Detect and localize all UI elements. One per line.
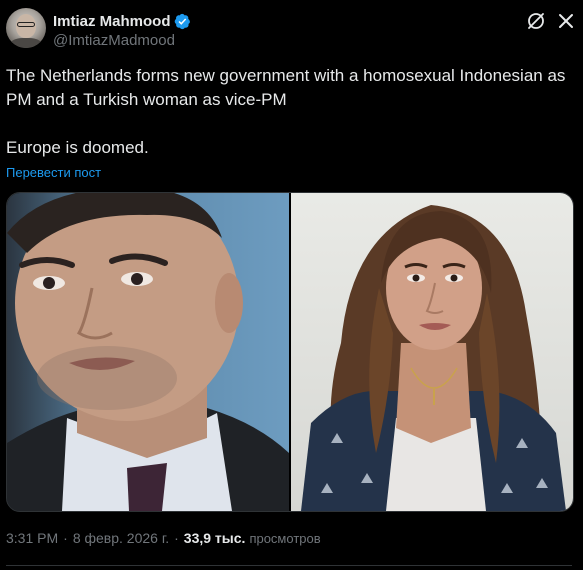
close-icon[interactable] <box>555 10 577 32</box>
author-display-name[interactable]: Imtiaz Mahmood <box>53 13 171 30</box>
avatar[interactable] <box>6 8 46 48</box>
grok-icon[interactable] <box>525 10 547 32</box>
views-label: просмотров <box>249 531 321 546</box>
photo-man-portrait[interactable] <box>7 193 289 511</box>
views-count: 33,9 тыс. <box>183 530 246 546</box>
tweet-text: The Netherlands forms new government wit… <box>6 66 566 157</box>
translate-post-link[interactable]: Перевести пост <box>6 165 101 180</box>
tweet-meta: 3:31 PM · 8 февр. 2026 г. · 33,9 тыс. пр… <box>6 530 321 546</box>
meta-separator: · <box>63 530 68 546</box>
verified-badge-icon <box>174 13 191 30</box>
media-grid <box>6 192 574 512</box>
tweet-card: Imtiaz Mahmood @ImtiazMadmood The Nether… <box>0 0 583 570</box>
avatar-glasses <box>17 22 35 27</box>
author-name-row: Imtiaz Mahmood <box>53 11 191 31</box>
avatar-shirt <box>10 38 42 48</box>
divider-line <box>6 565 572 566</box>
meta-separator: · <box>174 530 179 546</box>
tweet-date[interactable]: 8 февр. 2026 г. <box>73 530 169 546</box>
author-handle[interactable]: @ImtiazMadmood <box>53 32 175 49</box>
photo-woman-portrait[interactable] <box>291 193 573 511</box>
tweet-time[interactable]: 3:31 PM <box>6 530 58 546</box>
